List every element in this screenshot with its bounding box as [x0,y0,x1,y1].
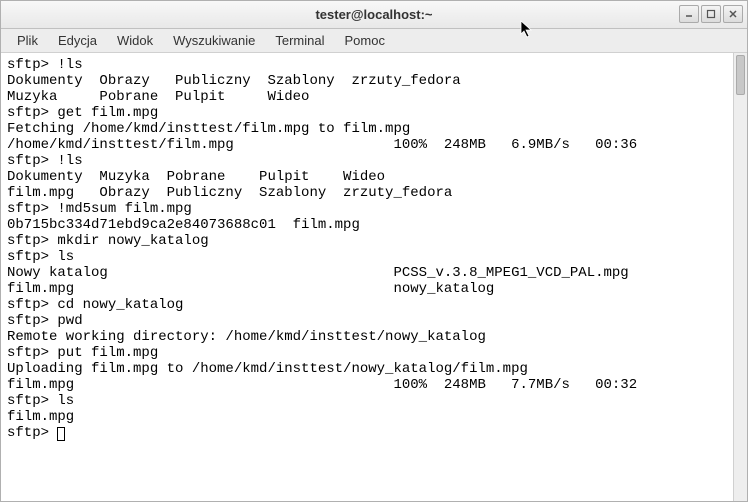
terminal-area: sftp> !ls Dokumenty Obrazy Publiczny Sza… [1,53,747,501]
terminal-line: sftp> !ls [7,57,83,73]
terminal-line: sftp> get film.mpg [7,105,158,121]
close-button[interactable] [723,5,743,23]
terminal-line: sftp> !md5sum film.mpg [7,201,192,217]
terminal-line: Dokumenty Obrazy Publiczny Szablony zrzu… [7,73,461,89]
terminal-line: film.mpg nowy_katalog [7,281,494,297]
window-title: tester@localhost:~ [1,7,747,22]
scroll-thumb[interactable] [736,55,745,95]
terminal-output[interactable]: sftp> !ls Dokumenty Obrazy Publiczny Sza… [1,53,733,501]
terminal-line: Dokumenty Muzyka Pobrane Pulpit Wideo [7,169,385,185]
window-controls [679,5,743,23]
terminal-line: sftp> pwd [7,313,83,329]
minimize-button[interactable] [679,5,699,23]
maximize-button[interactable] [701,5,721,23]
terminal-line: sftp> put film.mpg [7,345,158,361]
minimize-icon [684,9,694,19]
terminal-line: sftp> ls [7,393,74,409]
terminal-line: Muzyka Pobrane Pulpit Wideo [7,89,309,105]
titlebar: tester@localhost:~ [1,1,747,29]
terminal-line: sftp> mkdir nowy_katalog [7,233,209,249]
terminal-line: Nowy katalog PCSS_v.3.8_MPEG1_VCD_PAL.mp… [7,265,629,281]
menu-file[interactable]: Plik [7,31,48,50]
terminal-line: /home/kmd/insttest/film.mpg 100% 248MB 6… [7,137,637,153]
menu-edit[interactable]: Edycja [48,31,107,50]
menu-view[interactable]: Widok [107,31,163,50]
terminal-line: Uploading film.mpg to /home/kmd/insttest… [7,361,528,377]
menubar: Plik Edycja Widok Wyszukiwanie Terminal … [1,29,747,53]
menu-help[interactable]: Pomoc [334,31,394,50]
terminal-line: film.mpg [7,409,74,425]
terminal-line: sftp> !ls [7,153,83,169]
terminal-line: sftp> cd nowy_katalog [7,297,183,313]
terminal-cursor [57,427,65,441]
terminal-line: sftp> [7,425,57,441]
close-icon [728,9,738,19]
terminal-line: sftp> ls [7,249,74,265]
maximize-icon [706,9,716,19]
menu-search[interactable]: Wyszukiwanie [163,31,265,50]
terminal-line: film.mpg Obrazy Publiczny Szablony zrzut… [7,185,452,201]
terminal-line: 0b715bc334d71ebd9ca2e84073688c01 film.mp… [7,217,360,233]
terminal-line: film.mpg 100% 248MB 7.7MB/s 00:32 [7,377,637,393]
scrollbar[interactable] [733,53,747,501]
terminal-line: Fetching /home/kmd/insttest/film.mpg to … [7,121,410,137]
menu-terminal[interactable]: Terminal [265,31,334,50]
terminal-line: Remote working directory: /home/kmd/inst… [7,329,486,345]
